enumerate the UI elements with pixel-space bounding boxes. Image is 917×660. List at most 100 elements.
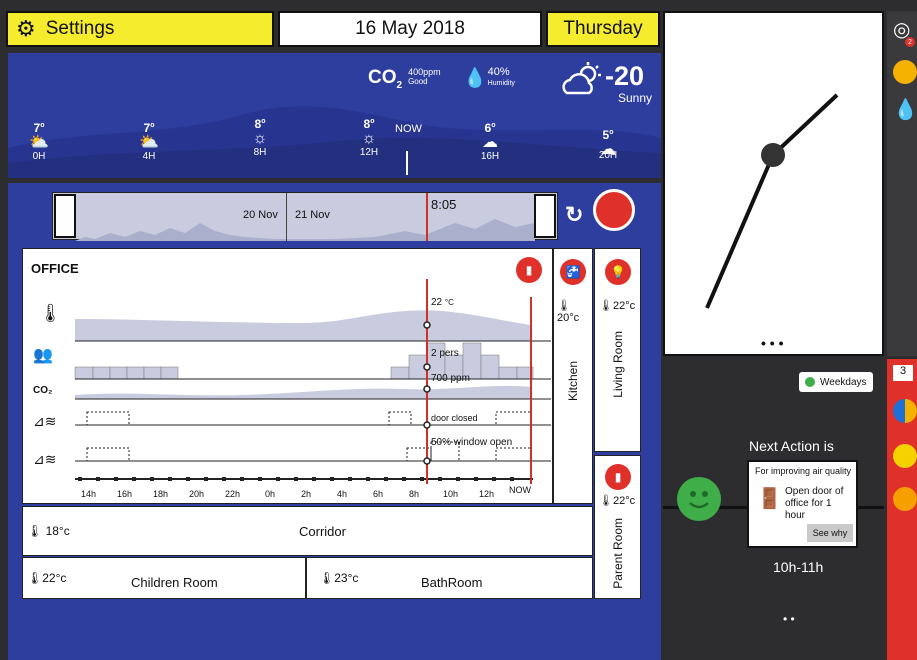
refresh-icon[interactable]: ↻ bbox=[565, 202, 583, 228]
co2-icon: CO₂ bbox=[33, 385, 53, 396]
record-button[interactable] bbox=[593, 189, 635, 231]
hourly-20h: 5o ☁ 20H bbox=[588, 128, 628, 161]
x-tick: 4h bbox=[337, 489, 348, 499]
x-tick: 8h bbox=[409, 489, 420, 499]
door-airflow-icon: ⊿≋ bbox=[33, 413, 57, 429]
co2-subscript: 2 bbox=[396, 79, 403, 91]
timeline-date-left: 20 Nov bbox=[243, 209, 278, 221]
thermometer-icon: 🌡 bbox=[27, 524, 43, 538]
partly-cloudy-icon: ⛅ bbox=[139, 134, 159, 151]
day-display: Thursday bbox=[546, 11, 660, 47]
clock-panel: • • • bbox=[663, 11, 884, 356]
now-marker bbox=[406, 151, 408, 175]
day-text: Thursday bbox=[563, 18, 643, 39]
hourly-16h: 6o ☁ 16H bbox=[470, 121, 510, 162]
corridor-temp: 18°c bbox=[45, 524, 70, 538]
hourly-label: 16H bbox=[480, 151, 500, 162]
door-icon[interactable]: ▮ bbox=[605, 464, 631, 490]
office-sensor-chart bbox=[74, 279, 551, 484]
hourly-label: 0H bbox=[32, 151, 46, 162]
schedule-selector[interactable]: Weekdays bbox=[799, 372, 873, 392]
date-text: 16 May 2018 bbox=[355, 18, 465, 39]
droplets-icon: 💧 bbox=[463, 68, 487, 89]
settings-button[interactable]: ⚙ Settings bbox=[6, 11, 274, 47]
office-door-reading: door closed bbox=[431, 413, 478, 423]
humidity-reading: 💧 40% Humidity bbox=[463, 66, 515, 90]
office-title: OFFICE bbox=[31, 261, 79, 276]
schedule-label: Weekdays bbox=[820, 376, 867, 388]
children-temp: 22°c bbox=[42, 571, 67, 585]
action-purpose: For improving air quality bbox=[755, 466, 852, 476]
timeline-scrubber[interactable]: 20 Nov 21 Nov 8:05 bbox=[52, 192, 558, 241]
office-co2-reading: 700 ppm bbox=[431, 373, 470, 384]
side-strip-bottom: 3 bbox=[887, 359, 917, 660]
orange-indicator-icon[interactable] bbox=[893, 60, 917, 84]
notification-count[interactable]: 3 bbox=[893, 365, 913, 381]
action-time: 10h-11h bbox=[773, 559, 824, 575]
orange-indicator-icon[interactable] bbox=[893, 487, 917, 511]
hourly-12h: 8o ☼ 12H bbox=[349, 117, 389, 158]
badge-top: 2 bbox=[905, 37, 915, 47]
x-tick: 22h bbox=[225, 489, 241, 499]
timeline-left-handle[interactable] bbox=[54, 194, 76, 238]
room-corridor[interactable]: 🌡 18°c Corridor bbox=[22, 506, 593, 556]
partly-sunny-icon bbox=[562, 62, 601, 95]
blue-yellow-indicator-icon[interactable] bbox=[893, 399, 917, 423]
room-parent[interactable]: ▮ 🌡22°c Parent Room bbox=[594, 455, 641, 599]
hourly-8h: 8o ☼ 8H bbox=[240, 117, 280, 158]
smart-home-dashboard: ⚙ Settings 16 May 2018 Thursday CO2 400p… bbox=[0, 0, 917, 660]
action-page-dots[interactable]: • • bbox=[783, 612, 795, 626]
office-temp-reading: 22 °C bbox=[431, 297, 454, 308]
office-temp-value: 22 bbox=[431, 297, 443, 308]
x-tick: 2h bbox=[301, 489, 312, 499]
room-kitchen[interactable]: 🚰 🌡20°c Kitchen bbox=[553, 248, 593, 504]
x-tick: NOW bbox=[509, 485, 531, 495]
door-open-icon: 🚪 bbox=[757, 488, 782, 510]
clock-page-dots[interactable]: • • • bbox=[761, 335, 783, 351]
window-airflow-icon: ⊿≋ bbox=[33, 451, 57, 467]
room-children[interactable]: 🌡22°c Children Room bbox=[22, 557, 306, 599]
room-living[interactable]: 💡 🌡22°c Living Room bbox=[594, 248, 641, 452]
water-drop-icon[interactable]: 💧 bbox=[893, 97, 917, 122]
office-temp-unit: °C bbox=[444, 298, 454, 307]
office-people-reading: 2 pers bbox=[431, 348, 459, 359]
thermometer-icon: 🌡 bbox=[39, 303, 62, 323]
faucet-icon[interactable]: 🚰 bbox=[560, 259, 586, 285]
parent-temp-reading: 🌡22°c bbox=[599, 494, 635, 507]
current-condition: Sunny bbox=[618, 91, 653, 105]
minute-hand bbox=[771, 93, 839, 157]
date-display: 16 May 2018 bbox=[278, 11, 542, 47]
x-tick: 16h bbox=[117, 489, 133, 499]
living-label: Living Room bbox=[611, 331, 625, 398]
hour-hand bbox=[705, 154, 775, 309]
timeline-right-handle[interactable] bbox=[534, 194, 556, 238]
next-action-card[interactable]: For improving air quality 🚪 Open door of… bbox=[747, 460, 858, 548]
hourly-0h: 7o ⛅ 0H bbox=[19, 121, 59, 162]
lightbulb-icon[interactable]: 💡 bbox=[605, 259, 631, 285]
thermometer-icon: 🌡 bbox=[599, 300, 613, 312]
analog-clock bbox=[705, 93, 839, 309]
room-bathroom[interactable]: 🌡23°c BathRoom bbox=[306, 557, 593, 599]
co2-status: Good bbox=[408, 77, 428, 86]
living-temp: 22°c bbox=[612, 300, 636, 312]
corridor-label: Corridor bbox=[299, 524, 346, 539]
office-window-reading: 50% window open bbox=[431, 437, 513, 448]
timeline-cursor[interactable] bbox=[426, 193, 428, 241]
x-tick: 12h bbox=[479, 489, 495, 499]
action-instruction: Open door of office for 1 hour bbox=[785, 486, 844, 521]
day-divider bbox=[286, 193, 287, 241]
people-icon: 👥 bbox=[33, 347, 53, 364]
see-why-button[interactable]: See why bbox=[807, 524, 853, 542]
next-action-heading: Next Action is bbox=[749, 438, 834, 454]
humidity-value: 40% bbox=[487, 66, 510, 78]
now-label: NOW bbox=[395, 123, 422, 135]
side-strip-top: ◎ 2 💧 bbox=[887, 11, 917, 356]
bathroom-temp-reading: 🌡23°c bbox=[319, 571, 358, 585]
thermometer-icon: 🌡 bbox=[599, 495, 613, 507]
parent-label: Parent Room bbox=[611, 518, 625, 589]
x-tick: 6h bbox=[373, 489, 384, 499]
yellow-indicator-icon[interactable] bbox=[893, 444, 917, 468]
office-card[interactable]: OFFICE ▮ 🌡 👥 CO₂ ⊿≋ ⊿≋ 22 °C 2 pers 700 … bbox=[22, 248, 553, 504]
x-tick: 20h bbox=[189, 489, 205, 499]
current-temp: -20 bbox=[605, 61, 645, 91]
